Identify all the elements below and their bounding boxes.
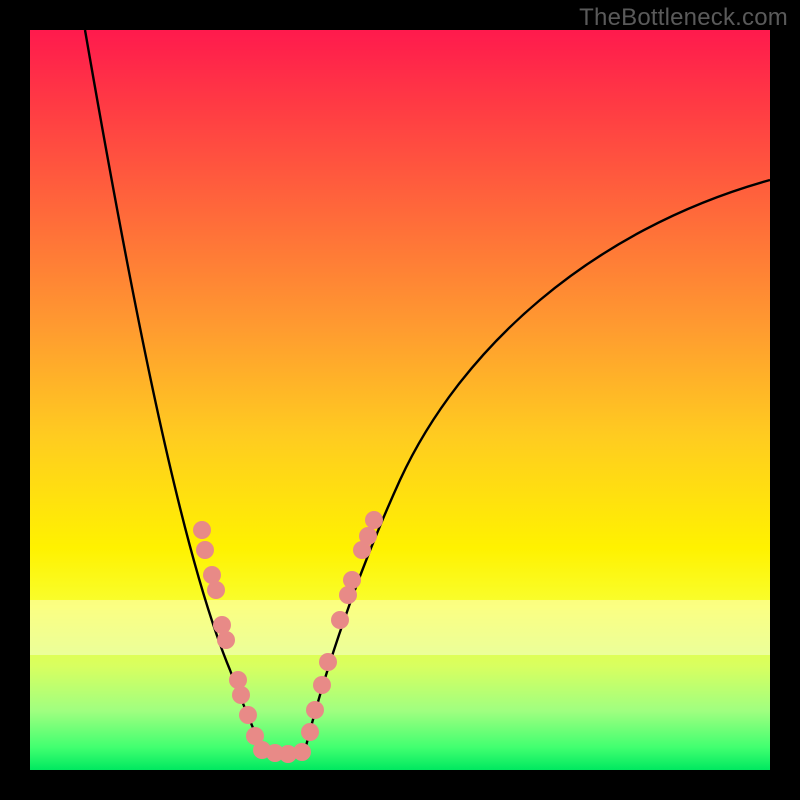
marker-dot xyxy=(365,511,383,529)
marker-dot xyxy=(359,527,377,545)
marker-group xyxy=(193,511,383,763)
marker-dot xyxy=(196,541,214,559)
marker-dot xyxy=(343,571,361,589)
chart-stage: TheBottleneck.com xyxy=(0,0,800,800)
marker-dot xyxy=(207,581,225,599)
marker-dot xyxy=(293,743,311,761)
marker-dot xyxy=(301,723,319,741)
marker-dot xyxy=(319,653,337,671)
chart-svg xyxy=(30,30,770,770)
marker-dot xyxy=(313,676,331,694)
marker-dot xyxy=(217,631,235,649)
right-curve xyxy=(305,180,770,750)
marker-dot xyxy=(306,701,324,719)
marker-dot xyxy=(229,671,247,689)
marker-dot xyxy=(232,686,250,704)
watermark-text: TheBottleneck.com xyxy=(579,4,788,32)
plot-area xyxy=(30,30,770,770)
left-curve xyxy=(85,30,262,750)
marker-dot xyxy=(193,521,211,539)
marker-dot xyxy=(331,611,349,629)
marker-dot xyxy=(239,706,257,724)
